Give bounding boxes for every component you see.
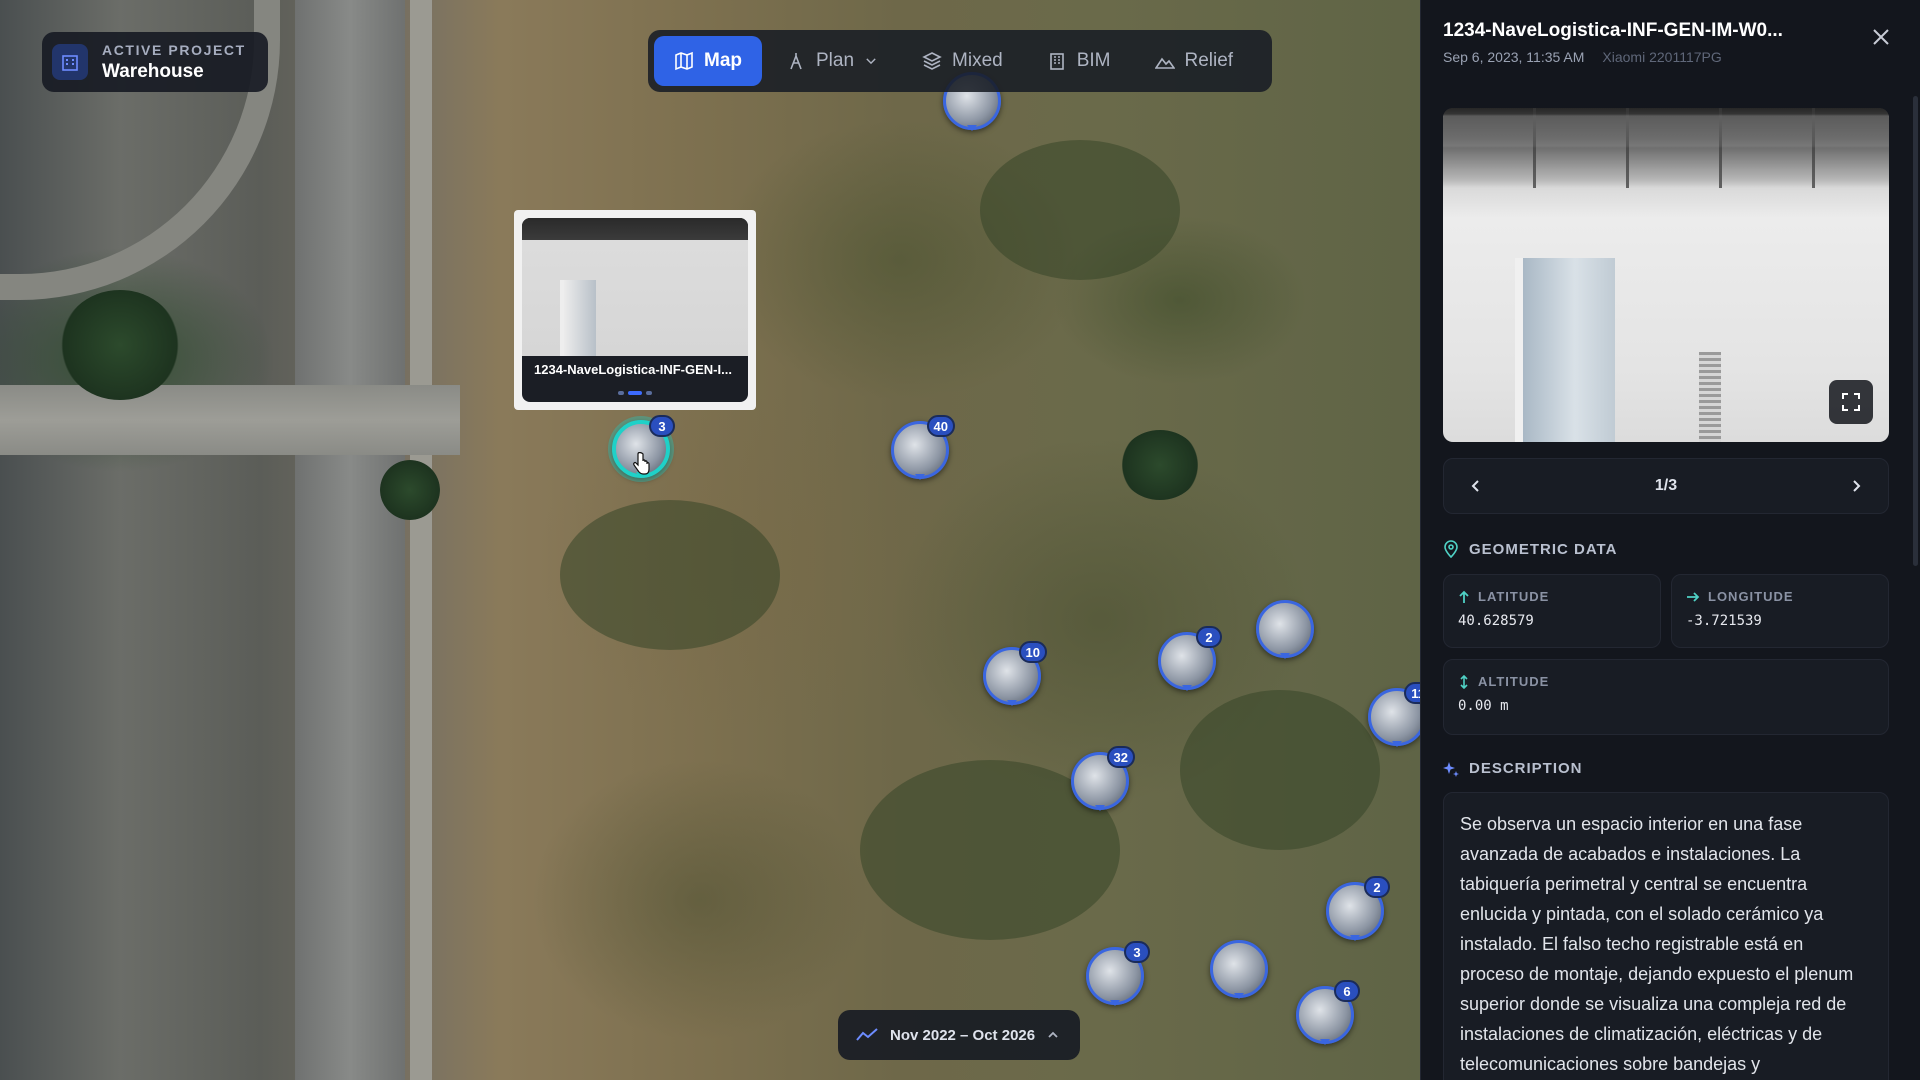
vegetation (1180, 690, 1380, 850)
marker-count-badge: 11 (1404, 682, 1420, 704)
altitude-label: ALTITUDE (1478, 674, 1550, 689)
view-relief-button[interactable]: Relief (1135, 36, 1254, 86)
trend-line-icon (856, 1028, 878, 1041)
tree (1120, 430, 1200, 500)
latitude-box: LATITUDE 40.628579 (1443, 574, 1661, 648)
photo-viewer[interactable] (1443, 108, 1889, 442)
vegetation (560, 500, 780, 650)
active-project-selector[interactable]: ACTIVE PROJECT Warehouse (42, 32, 268, 92)
map-canvas[interactable]: 3 40 10 2 11 32 2 3 6 (0, 0, 1420, 1080)
description-text: Se observa un espacio interior en una fa… (1443, 792, 1889, 1080)
altitude-value: 0.00 m (1458, 698, 1509, 714)
road-crossing (0, 385, 460, 455)
capture-date: Sep 6, 2023, 11:35 AM (1443, 49, 1585, 65)
photo-marker[interactable]: 3 (1086, 941, 1150, 1006)
hand-cursor-icon (633, 452, 650, 475)
photo-marker[interactable]: 32 (1071, 746, 1135, 811)
photo-vent (1699, 352, 1721, 442)
chevron-right-icon[interactable] (1848, 478, 1864, 494)
fullscreen-button[interactable] (1829, 380, 1873, 424)
geometric-data-heading: GEOMETRIC DATA (1443, 540, 1617, 558)
view-relief-label: Relief (1184, 50, 1234, 71)
photo-marker[interactable]: 11 (1368, 682, 1420, 747)
photo-marker[interactable]: 40 (891, 415, 955, 480)
latitude-value: 40.628579 (1458, 613, 1534, 629)
marker-preview-card[interactable]: 1234-NaveLogistica-INF-GEN-I... (514, 210, 756, 410)
map-icon (675, 51, 693, 71)
latitude-label: LATITUDE (1478, 589, 1550, 604)
photo-marker[interactable] (1210, 940, 1268, 999)
marker-count-badge: 6 (1334, 980, 1360, 1002)
marker-count-badge: 2 (1196, 626, 1222, 648)
longitude-box: LONGITUDE -3.721539 (1671, 574, 1889, 648)
chevron-down-icon (866, 58, 876, 65)
sidewalk (410, 0, 432, 1080)
layers-icon (922, 52, 942, 70)
marker-count-badge: 32 (1106, 746, 1135, 768)
longitude-label: LONGITUDE (1708, 589, 1794, 604)
view-bim-button[interactable]: BIM (1027, 36, 1131, 86)
mountain-icon (1154, 57, 1175, 69)
arrow-up-icon (1459, 590, 1469, 603)
marker-count-badge: 10 (1018, 641, 1047, 663)
view-mixed-button[interactable]: Mixed (902, 36, 1023, 86)
photo-marker[interactable]: 6 (1296, 980, 1360, 1045)
chevron-up-icon (1048, 1031, 1058, 1038)
device-name: Xiaomi 2201117PG (1602, 49, 1722, 65)
building-icon (52, 44, 88, 80)
preview-door (560, 280, 596, 356)
arrow-right-icon (1687, 591, 1700, 602)
panel-scrollbar[interactable] (1913, 96, 1918, 566)
panel-title: 1234-NaveLogistica-INF-GEN-IM-W0... (1443, 20, 1783, 41)
location-pin-icon (1444, 540, 1458, 558)
preview-caption: 1234-NaveLogistica-INF-GEN-I... (534, 362, 732, 377)
tree (380, 460, 440, 520)
marker-count-badge: 2 (1364, 876, 1390, 898)
photo-pager: 1/3 (1443, 458, 1889, 514)
marker-count-badge: 3 (649, 415, 675, 437)
compass-icon (790, 53, 802, 70)
marker-count-badge: 40 (926, 415, 955, 437)
preview-thumbnail (522, 218, 748, 356)
view-map-label: Map (704, 50, 742, 71)
tree (60, 290, 180, 400)
view-bim-label: BIM (1076, 50, 1111, 71)
arrow-up-down-icon (1460, 674, 1468, 689)
road (295, 0, 405, 1080)
building-icon (1049, 53, 1064, 70)
photo-marker[interactable]: 10 (983, 641, 1047, 706)
sparkle-icon (1443, 761, 1459, 777)
panel-meta: Sep 6, 2023, 11:35 AM Xiaomi 2201117PG (1443, 49, 1722, 65)
altitude-box: ALTITUDE 0.00 m (1443, 659, 1889, 735)
fullscreen-icon (1842, 393, 1860, 411)
photo-marker[interactable]: 2 (1158, 626, 1222, 691)
vegetation (980, 140, 1180, 280)
longitude-value: -3.721539 (1686, 613, 1762, 629)
view-mixed-label: Mixed (952, 50, 1003, 71)
photo-door (1515, 258, 1615, 442)
geometric-data-title: GEOMETRIC DATA (1469, 540, 1618, 558)
description-title: DESCRIPTION (1469, 760, 1583, 777)
chevron-left-icon[interactable] (1468, 478, 1484, 494)
view-mode-toolbar: Map Plan Mixed BIM Relief (648, 30, 1272, 92)
active-project-name: Warehouse (102, 60, 204, 82)
photo-marker[interactable] (1256, 600, 1314, 659)
ceiling-grid (1443, 108, 1889, 188)
photo-detail-panel: 1234-NaveLogistica-INF-GEN-IM-W0... Sep … (1420, 0, 1920, 1080)
photo-marker[interactable]: 2 (1326, 876, 1390, 941)
marker-count-badge: 3 (1124, 941, 1150, 963)
active-project-label: ACTIVE PROJECT (102, 41, 246, 58)
preview-pagination-dots (522, 391, 748, 395)
timeline-range-label: Nov 2022 – Oct 2026 (890, 1026, 1036, 1044)
close-icon[interactable] (1870, 26, 1892, 48)
description-heading: DESCRIPTION (1443, 760, 1583, 777)
timeline-range-button[interactable]: Nov 2022 – Oct 2026 (838, 1010, 1080, 1060)
view-plan-button[interactable]: Plan (766, 36, 898, 86)
view-plan-label: Plan (816, 50, 855, 71)
pager-count: 1/3 (1654, 477, 1678, 494)
view-map-button[interactable]: Map (654, 36, 762, 86)
